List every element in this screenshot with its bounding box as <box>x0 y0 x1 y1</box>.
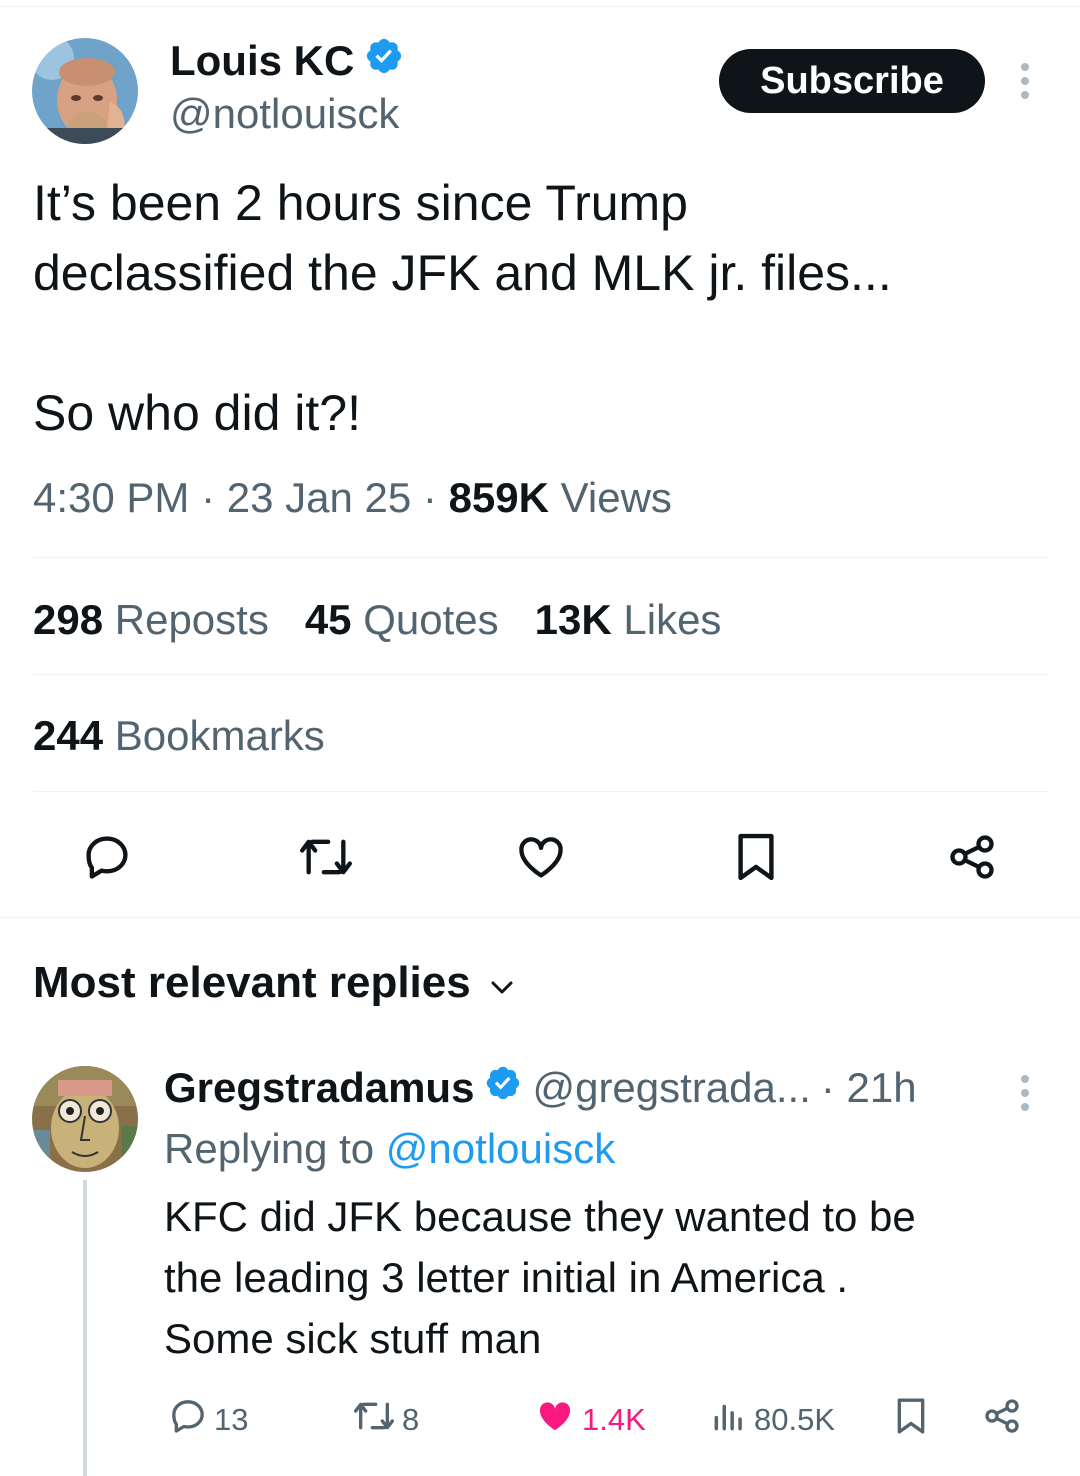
reply-bookmark-button[interactable] <box>894 1396 928 1444</box>
tweet-date[interactable]: 23 Jan 25 <box>227 474 412 521</box>
reply-repost-button[interactable]: 8 <box>352 1396 419 1444</box>
share-icon <box>982 1396 1022 1444</box>
bookmark-icon <box>894 1396 928 1444</box>
like-button[interactable] <box>512 828 570 886</box>
reply-text: KFC did JFK because they wanted to be th… <box>164 1193 916 1362</box>
author-name-row[interactable]: Louis KC <box>170 36 404 86</box>
reposts-count: 298 <box>33 596 104 643</box>
reply-time[interactable]: · 21h <box>821 1062 917 1114</box>
like-icon <box>514 831 568 883</box>
bookmarks-label: Bookmarks <box>114 712 325 759</box>
views-count: 859K <box>448 474 549 521</box>
repost-button[interactable] <box>294 828 358 886</box>
reply-like-button[interactable]: 1.4K <box>534 1396 646 1444</box>
reply-author-handle[interactable]: @gregstrada... <box>532 1062 810 1114</box>
quotes-label: Quotes <box>363 596 499 643</box>
likes-stat[interactable]: 13K Likes <box>535 592 722 648</box>
reply-reply-button[interactable]: 13 <box>168 1396 248 1444</box>
replying-to: Replying to @notlouisck <box>164 1122 615 1176</box>
replies-sort-dropdown[interactable]: Most relevant replies <box>33 955 515 1011</box>
tweet-meta: 4:30 PM · 23 Jan 25 · 859K Views <box>33 474 672 521</box>
replies-sort-label: Most relevant replies <box>33 958 471 1007</box>
subscribe-button[interactable]: Subscribe <box>719 49 985 113</box>
chevron-down-icon <box>489 955 515 1011</box>
replying-prefix: Replying to <box>164 1125 375 1172</box>
bookmarks-count: 244 <box>33 712 104 759</box>
reply-replies-count: 13 <box>214 1402 249 1437</box>
reply-header: Gregstradamus @gregstrada... · 21h <box>164 1062 917 1114</box>
replying-handle-link[interactable]: @notlouisck <box>386 1125 615 1172</box>
reply-icon <box>168 1396 208 1444</box>
engagement-stats: 298 Reposts 45 Quotes 13K Likes <box>33 592 721 648</box>
verified-badge-icon <box>484 1062 522 1114</box>
reply-views-count: 80.5K <box>754 1402 836 1437</box>
views-label: Views <box>560 474 672 521</box>
bookmark-icon <box>734 830 778 884</box>
repost-icon <box>352 1396 396 1444</box>
reply-share-button[interactable] <box>982 1396 1022 1444</box>
reply-button[interactable] <box>78 828 136 886</box>
reply-reposts-count: 8 <box>402 1402 420 1437</box>
reply-avatar[interactable] <box>32 1066 138 1172</box>
divider <box>0 917 1080 918</box>
likes-label: Likes <box>623 596 722 643</box>
share-icon <box>946 831 998 883</box>
bookmarks-stat[interactable]: 244 Bookmarks <box>33 708 325 764</box>
like-icon <box>534 1396 576 1444</box>
reply-views-button[interactable]: 80.5K <box>710 1396 835 1444</box>
divider <box>33 791 1048 792</box>
reply-author-name[interactable]: Gregstradamus <box>164 1062 474 1114</box>
repost-icon <box>297 831 355 883</box>
reposts-stat[interactable]: 298 Reposts <box>33 592 269 648</box>
reply-icon <box>81 831 133 883</box>
tweet-time[interactable]: 4:30 PM <box>33 474 189 521</box>
verified-badge-icon <box>364 36 404 86</box>
tweet-text: It’s been 2 hours since Trump declassifi… <box>33 175 892 441</box>
author-name[interactable]: Louis KC <box>170 37 354 85</box>
likes-count: 13K <box>534 596 612 643</box>
reply-likes-count: 1.4K <box>582 1402 646 1437</box>
share-button[interactable] <box>944 828 1000 886</box>
more-icon[interactable] <box>1012 60 1038 102</box>
quotes-count: 45 <box>304 596 352 643</box>
author-avatar[interactable] <box>32 38 138 144</box>
reposts-label: Reposts <box>114 596 269 643</box>
more-icon[interactable] <box>1012 1072 1038 1114</box>
author-handle[interactable]: @notlouisck <box>170 90 399 138</box>
bookmark-button[interactable] <box>730 828 782 886</box>
thread-line <box>83 1180 87 1476</box>
divider <box>33 557 1048 558</box>
views-icon <box>710 1396 748 1444</box>
quotes-stat[interactable]: 45 Quotes <box>305 592 499 648</box>
divider <box>33 674 1048 675</box>
top-divider <box>0 6 1080 7</box>
